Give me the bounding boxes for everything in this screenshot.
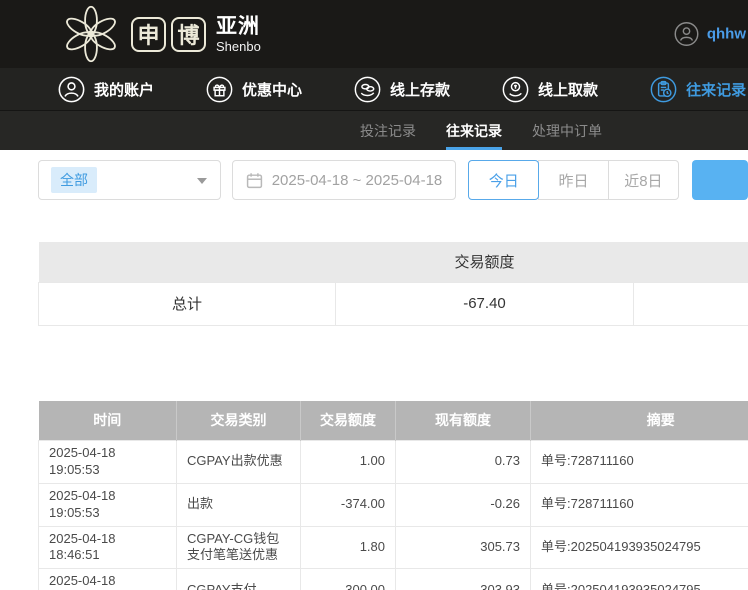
- deposit-icon: [354, 76, 381, 103]
- logo-region: 亚洲: [216, 16, 261, 37]
- table-cell: 305.73: [396, 526, 531, 569]
- table-row: 2025-04-18 18:46:51CGPAY支付300.00303.93单号…: [39, 569, 748, 590]
- table-cell: 单号:728711160: [531, 483, 748, 526]
- summary-total-amount: -67.40: [336, 282, 634, 325]
- gift-icon: [206, 76, 233, 103]
- table-cell: 0.73: [396, 441, 531, 484]
- col-header-time: 时间: [39, 401, 177, 441]
- user-avatar-icon: [674, 22, 699, 47]
- table-cell: 1.80: [301, 526, 396, 569]
- nav-label: 我的账户: [94, 79, 154, 100]
- logo-text: 亚洲 Shenbo: [216, 16, 261, 53]
- filter-row: 全部 2025-04-18 ~ 2025-04-18 今日 昨日 近8日: [38, 160, 748, 200]
- sub-nav: 投注记录 往来记录 处理中订单: [0, 110, 748, 150]
- summary-header: 交易额度: [39, 242, 748, 282]
- yesterday-button[interactable]: 昨日: [538, 160, 609, 200]
- logo-char-box: 申: [131, 17, 166, 52]
- col-header-amount: 交易额度: [301, 401, 396, 441]
- search-button[interactable]: [692, 160, 748, 200]
- col-header-type: 交易类别: [177, 401, 301, 441]
- summary-total-row: 总计 -67.40: [39, 282, 748, 325]
- table-cell: -0.26: [396, 483, 531, 526]
- table-cell: 300.00: [301, 569, 396, 590]
- col-header-summary: 摘要: [531, 401, 748, 441]
- table-cell: 2025-04-18 19:05:53: [39, 483, 177, 526]
- summary-table: 交易额度 总计 -67.40: [38, 242, 748, 326]
- summary-empty-cell: [634, 282, 748, 325]
- records-icon: [650, 76, 677, 103]
- tab-transaction-records[interactable]: 往来记录: [446, 111, 502, 150]
- nav-item-my-account[interactable]: 我的账户: [58, 76, 154, 103]
- table-cell: CGPAY支付: [177, 569, 301, 590]
- tab-processing-orders[interactable]: 处理中订单: [532, 111, 602, 150]
- date-range-value: 2025-04-18 ~ 2025-04-18: [272, 172, 443, 189]
- table-cell: 单号:728711160: [531, 441, 748, 484]
- table-row: 2025-04-18 19:05:53CGPAY出款优惠1.000.73单号:7…: [39, 441, 748, 484]
- calendar-icon: [246, 172, 263, 189]
- table-row: 2025-04-18 18:46:51CGPAY-CG钱包支付笔笔送优惠1.80…: [39, 526, 748, 569]
- summary-header-row: 交易额度: [39, 242, 748, 282]
- withdraw-icon: [502, 76, 529, 103]
- category-select[interactable]: 全部: [38, 160, 221, 200]
- table-cell: 1.00: [301, 441, 396, 484]
- nav-item-promotions[interactable]: 优惠中心: [206, 76, 302, 103]
- col-header-balance: 现有额度: [396, 401, 531, 441]
- logo-latin: Shenbo: [216, 40, 261, 53]
- table-cell: 2025-04-18 18:46:51: [39, 526, 177, 569]
- lotus-flower-icon: [58, 4, 124, 64]
- table-cell: 单号:202504193935024795: [531, 526, 748, 569]
- account-icon: [58, 76, 85, 103]
- summary-total-label: 总计: [39, 282, 336, 325]
- site-header: 申 博 亚洲 Shenbo qhhw: [0, 0, 748, 68]
- username[interactable]: qhhw: [707, 26, 746, 43]
- table-cell: 303.93: [396, 569, 531, 590]
- today-button[interactable]: 今日: [468, 160, 539, 200]
- tab-betting-records[interactable]: 投注记录: [360, 111, 416, 150]
- nav-item-transaction-records[interactable]: 往来记录: [650, 76, 746, 103]
- logo-char-box: 博: [171, 17, 206, 52]
- chevron-down-icon: [197, 178, 207, 184]
- records-table: 时间 交易类别 交易额度 现有额度 摘要 2025-04-18 19:05:53…: [38, 401, 748, 590]
- main-nav: 我的账户 优惠中心 线上存款 线上取款: [0, 68, 748, 110]
- user-account[interactable]: qhhw: [674, 22, 746, 47]
- date-range-input[interactable]: 2025-04-18 ~ 2025-04-18: [232, 160, 457, 200]
- nav-label: 优惠中心: [242, 79, 302, 100]
- nav-label: 往来记录: [686, 79, 746, 100]
- table-cell: 2025-04-18 18:46:51: [39, 569, 177, 590]
- table-cell: CGPAY出款优惠: [177, 441, 301, 484]
- category-selected-value: 全部: [51, 167, 97, 193]
- nav-label: 线上存款: [390, 79, 450, 100]
- table-cell: 出款: [177, 483, 301, 526]
- table-row: 2025-04-18 19:05:53出款-374.00-0.26单号:7287…: [39, 483, 748, 526]
- table-cell: -374.00: [301, 483, 396, 526]
- brand-logo[interactable]: 申 博 亚洲 Shenbo: [58, 4, 261, 64]
- table-cell: 2025-04-18 19:05:53: [39, 441, 177, 484]
- nav-item-online-withdrawal[interactable]: 线上取款: [502, 76, 598, 103]
- records-header-row: 时间 交易类别 交易额度 现有额度 摘要: [39, 401, 748, 441]
- nav-item-online-deposit[interactable]: 线上存款: [354, 76, 450, 103]
- last-8-days-button[interactable]: 近8日: [608, 160, 679, 200]
- nav-label: 线上取款: [538, 79, 598, 100]
- table-cell: 单号:202504193935024795: [531, 569, 748, 590]
- table-cell: CGPAY-CG钱包支付笔笔送优惠: [177, 526, 301, 569]
